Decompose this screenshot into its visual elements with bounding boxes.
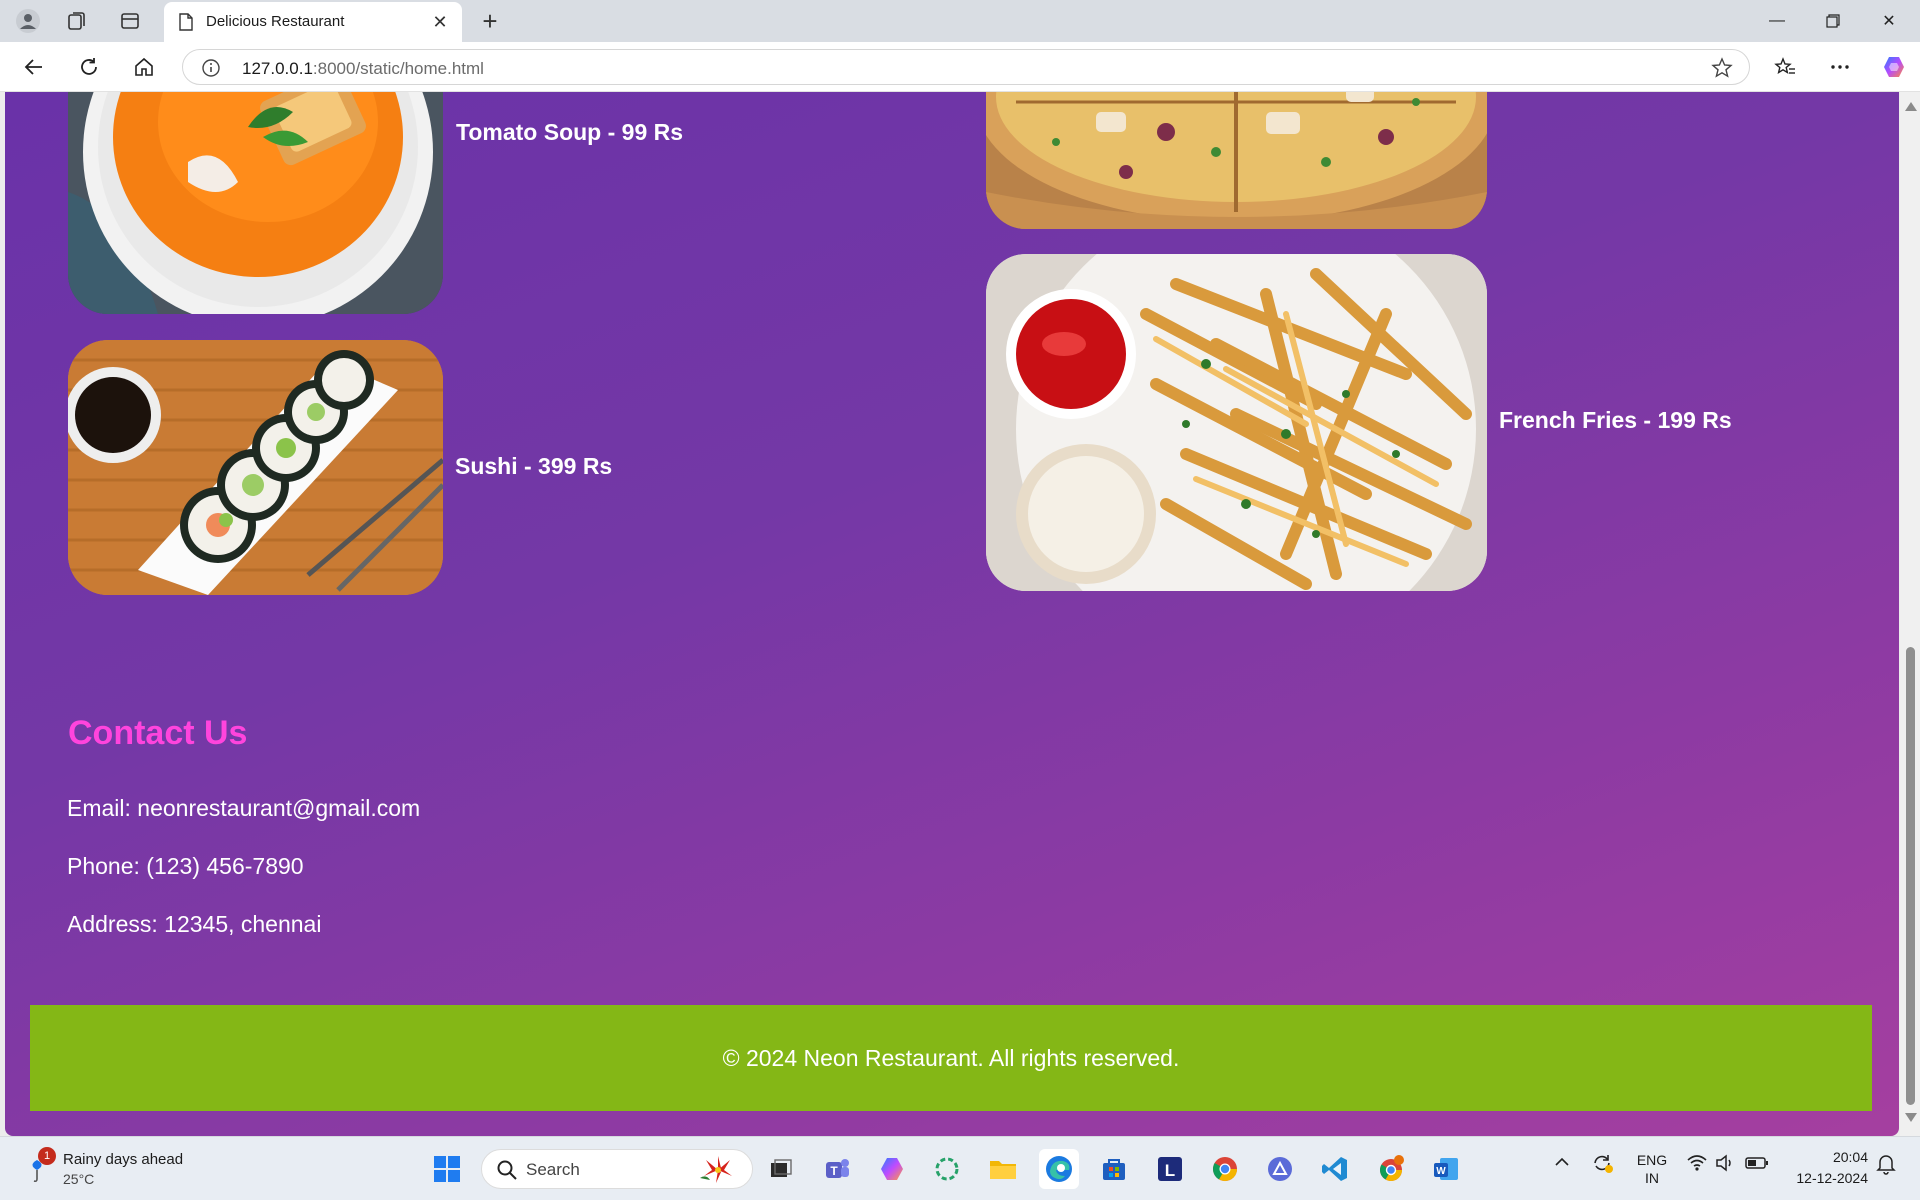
url-path: :8000/static/home.html (312, 59, 484, 78)
copilot-icon[interactable] (1878, 51, 1910, 83)
vscode-icon[interactable] (1315, 1149, 1355, 1189)
start-windows-icon[interactable] (427, 1149, 467, 1189)
workspaces-icon[interactable] (63, 7, 91, 35)
chrome-profile-icon[interactable] (1371, 1149, 1411, 1189)
tab-delicious-restaurant[interactable]: Delicious Restaurant ✕ (164, 2, 462, 42)
task-view-icon[interactable] (761, 1149, 801, 1189)
footer: © 2024 Neon Restaurant. All rights reser… (30, 1005, 1872, 1111)
svg-text:T: T (830, 1164, 838, 1178)
page-icon (178, 13, 194, 36)
loading-app-icon[interactable] (927, 1149, 967, 1189)
taskbar-search-box[interactable]: Search (481, 1149, 753, 1189)
scroll-thumb[interactable] (1906, 647, 1915, 1105)
teams-icon[interactable]: T (817, 1149, 857, 1189)
browser-toolbar: 127.0.0.1:8000/static/home.html (0, 42, 1920, 92)
pizza-image (986, 92, 1487, 229)
refresh-icon[interactable] (73, 51, 105, 83)
site-info-icon[interactable] (201, 58, 221, 78)
clock-time: 20:04 (1832, 1149, 1868, 1165)
language-region: IN (1645, 1170, 1659, 1186)
tab-title: Delicious Restaurant (206, 13, 345, 30)
sync-icon[interactable] (1590, 1151, 1614, 1179)
word-icon[interactable]: W (1426, 1149, 1466, 1189)
language-indicator[interactable]: ENG IN (1634, 1151, 1670, 1187)
language-code: ENG (1636, 1152, 1668, 1168)
volume-icon[interactable] (1715, 1153, 1737, 1177)
wifi-icon[interactable] (1686, 1153, 1708, 1177)
svg-text:W: W (1436, 1166, 1446, 1177)
chrome-icon[interactable] (1205, 1149, 1245, 1189)
contact-address: Address: 12345, chennai (67, 911, 322, 937)
home-icon[interactable] (128, 51, 160, 83)
vertical-tabs-icon[interactable] (116, 7, 144, 35)
sushi-image (68, 340, 443, 595)
weather-temperature: 25°C (63, 1171, 95, 1187)
menu-item-label: French Fries - 199 Rs (1499, 407, 1732, 433)
menu-item-label: Sushi - 399 Rs (455, 453, 613, 479)
show-hidden-icons-chevron-icon[interactable] (1553, 1153, 1571, 1175)
new-tab-button[interactable]: + (476, 6, 504, 36)
footer-text: © 2024 Neon Restaurant. All rights reser… (722, 1044, 1180, 1071)
more-options-icon[interactable] (1824, 51, 1856, 83)
weather-main-text: Rainy days ahead (63, 1151, 184, 1168)
restore-button[interactable] (1810, 6, 1856, 36)
poinsettia-icon (698, 1156, 738, 1189)
l-app-icon[interactable]: L (1150, 1149, 1190, 1189)
vertical-scrollbar[interactable] (1900, 92, 1920, 1136)
weather-badge: 1 (38, 1147, 56, 1165)
search-label: Search (526, 1160, 580, 1179)
favorites-icon[interactable] (1769, 51, 1801, 83)
system-clock[interactable]: 20:04 12-12-2024 (1784, 1147, 1868, 1189)
microsoft-store-icon[interactable] (1094, 1149, 1134, 1189)
contact-phone: Phone: (123) 456-7890 (67, 853, 304, 879)
contact-title: Contact Us (68, 714, 248, 752)
restaurant-page: Tomato Soup - 99 Rs Sushi - 399 Rs Frenc… (5, 92, 1899, 1136)
search-icon (496, 1159, 518, 1186)
page-viewport: Tomato Soup - 99 Rs Sushi - 399 Rs Frenc… (0, 92, 1920, 1136)
french-fries-image (986, 254, 1487, 591)
menu-item-label: Tomato Soup - 99 Rs (456, 119, 684, 145)
back-arrow-icon[interactable] (18, 51, 50, 83)
close-tab-icon[interactable]: ✕ (428, 10, 452, 34)
windows-taskbar: 1 Rainy days ahead 25°C Search T L W ENG… (0, 1136, 1920, 1200)
svg-text:L: L (1165, 1161, 1175, 1180)
vpn-app-icon[interactable] (1260, 1149, 1300, 1189)
url-text[interactable]: 127.0.0.1:8000/static/home.html (242, 59, 484, 79)
url-host: 127.0.0.1 (242, 59, 313, 78)
favorite-star-icon[interactable] (1711, 57, 1733, 79)
scroll-up-arrow-icon[interactable] (1905, 102, 1917, 111)
weather-widget[interactable]: 1 Rainy days ahead 25°C (22, 1147, 202, 1191)
browser-tab-bar: Delicious Restaurant ✕ + — ✕ (0, 0, 1920, 42)
address-bar[interactable]: 127.0.0.1:8000/static/home.html (182, 49, 1750, 85)
edge-browser-icon[interactable] (1039, 1149, 1079, 1189)
notification-bell-icon[interactable] (1876, 1153, 1896, 1179)
profile-icon[interactable] (14, 7, 42, 35)
copilot-app-icon[interactable] (872, 1149, 912, 1189)
clock-date: 12-12-2024 (1796, 1170, 1868, 1186)
file-explorer-icon[interactable] (983, 1149, 1023, 1189)
battery-icon[interactable] (1745, 1155, 1769, 1175)
contact-email: Email: neonrestaurant@gmail.com (67, 795, 421, 821)
tomato-soup-image (68, 92, 443, 314)
scroll-down-arrow-icon[interactable] (1905, 1113, 1917, 1122)
close-window-button[interactable]: ✕ (1866, 6, 1912, 36)
minimize-button[interactable]: — (1754, 6, 1800, 36)
